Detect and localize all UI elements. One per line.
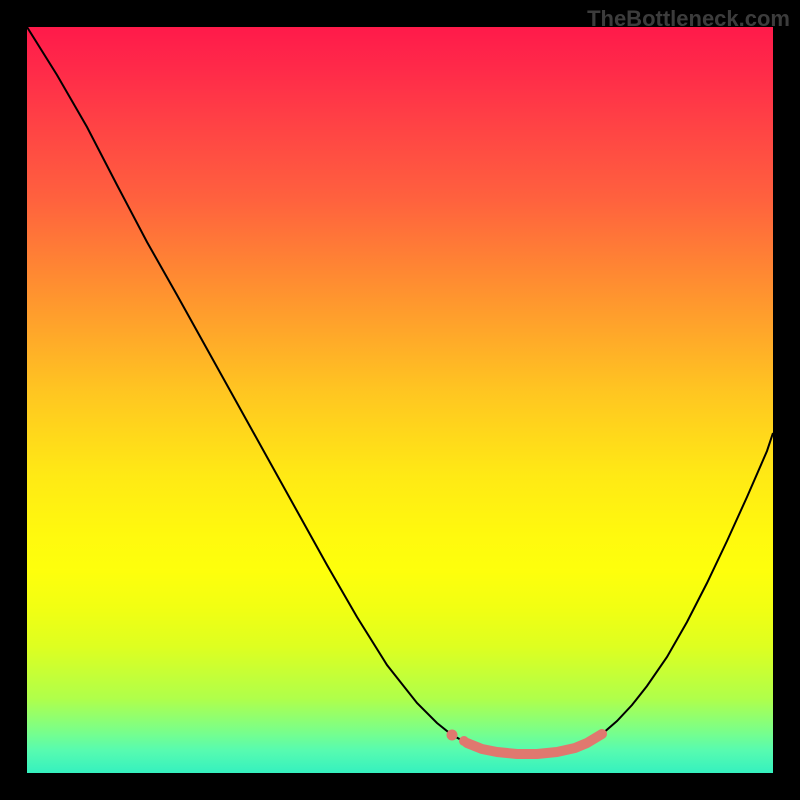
chart-plot-area [27,27,773,773]
watermark-text: TheBottleneck.com [587,6,790,32]
gradient-background [27,27,773,773]
